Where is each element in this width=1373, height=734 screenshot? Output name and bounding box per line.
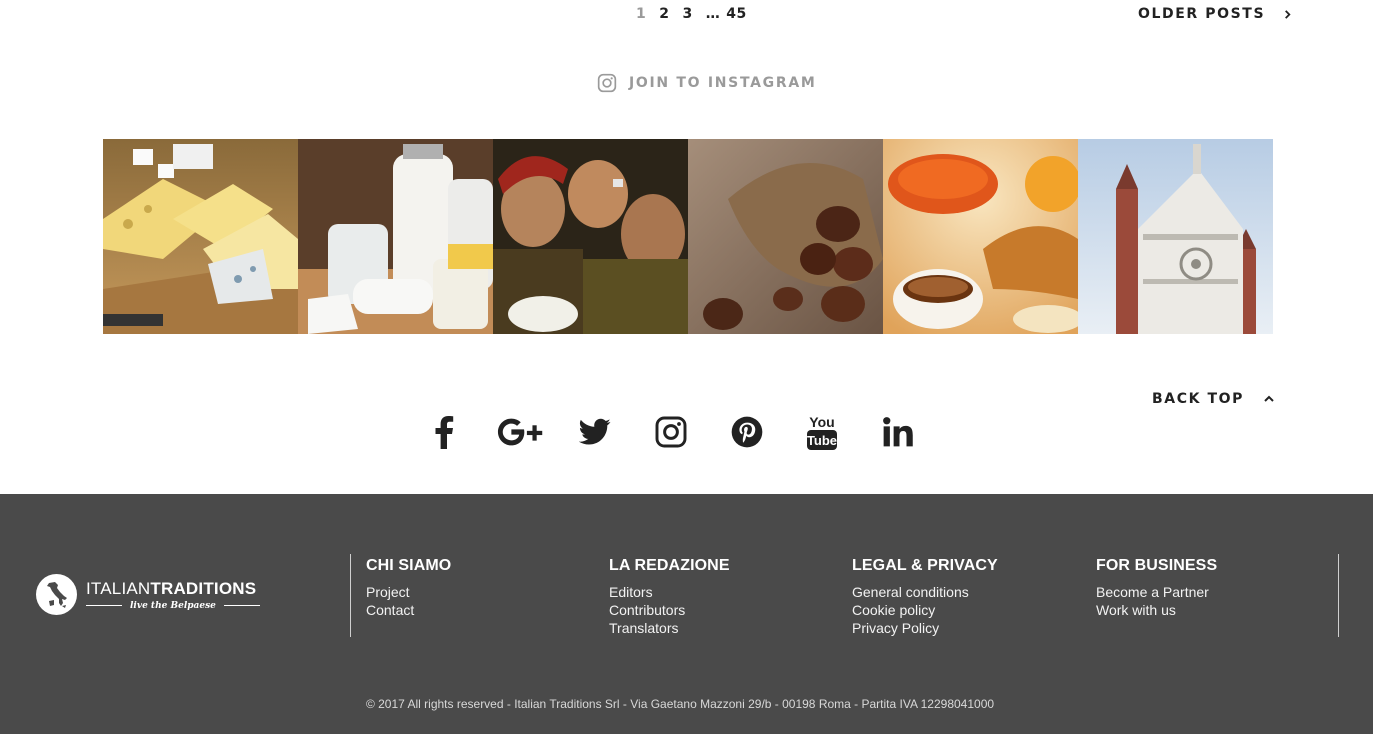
footer-link-contact[interactable]: Contact [366,601,451,619]
footer-link-editors[interactable]: Editors [609,583,730,601]
pinterest-icon [731,416,763,448]
pagination-ellipsis: … [705,6,721,22]
footer-link-contributors[interactable]: Contributors [609,601,730,619]
footer-column-legal-privacy: LEGAL & PRIVACY General conditions Cooki… [852,557,998,637]
footer-column-title: LA REDAZIONE [609,557,730,574]
instagram-photo-chestnuts[interactable] [688,139,883,334]
instagram-icon [597,73,617,93]
copyright-text: © 2017 All rights reserved - Italian Tra… [365,697,995,711]
pagination: 1 2 3 … 45 [636,4,760,24]
instagram-heading: JOIN TO INSTAGRAM [629,75,817,91]
footer-link-general-conditions[interactable]: General conditions [852,583,998,601]
google-plus-link[interactable] [497,410,543,454]
back-to-top-link[interactable]: BACK TOP [1152,388,1274,410]
footer-divider-left [350,554,351,637]
twitter-link[interactable] [572,410,618,454]
footer-column-chi-siamo: CHI SIAMO Project Contact [366,557,451,619]
footer-link-privacy-policy[interactable]: Privacy Policy [852,619,998,637]
footer-column-title: CHI SIAMO [366,557,452,574]
instagram-link[interactable] [648,410,694,454]
footer-column-title: LEGAL & PRIVACY [852,557,998,574]
older-posts-link[interactable]: OLDER POSTS [1138,4,1292,24]
footer-column-title: FOR BUSINESS [1096,557,1218,574]
older-posts-label: OLDER POSTS [1138,6,1266,22]
instagram-photo-painting[interactable] [493,139,688,334]
footer-link-work-with-us[interactable]: Work with us [1096,601,1217,619]
footer-column-la-redazione: LA REDAZIONE Editors Contributors Transl… [609,557,730,637]
twitter-icon [579,418,611,445]
footer-link-project[interactable]: Project [366,583,451,601]
linkedin-icon [883,417,913,447]
linkedin-link[interactable] [875,410,921,454]
site-footer: ITALIANTRADITIONS live the Belpaese CHI … [0,494,1373,734]
instagram-icon [655,416,687,448]
social-links: You Tube [420,410,920,454]
youtube-link[interactable]: You Tube [799,410,845,454]
instagram-photo-dairy[interactable] [298,139,493,334]
instagram-photo-cathedral[interactable] [1078,139,1273,334]
youtube-you-text: You [809,414,834,430]
facebook-icon [435,416,454,449]
page-link-last[interactable]: 45 [726,6,746,22]
chevron-right-icon [1285,9,1291,19]
join-instagram-link[interactable]: JOIN TO INSTAGRAM [597,72,816,94]
instagram-photo-strip [103,139,1273,334]
youtube-icon: You Tube [807,414,837,450]
instagram-photo-breakfast[interactable] [883,139,1078,334]
footer-column-for-business: FOR BUSINESS Become a Partner Work with … [1096,557,1217,619]
footer-link-cookie-policy[interactable]: Cookie policy [852,601,998,619]
instagram-photo-cheese[interactable] [103,139,298,334]
google-plus-icon [497,418,543,446]
youtube-tube-text: Tube [807,433,837,448]
footer-logo[interactable]: ITALIANTRADITIONS live the Belpaese [36,574,260,615]
footer-divider-right [1338,554,1339,637]
facebook-link[interactable] [421,410,467,454]
page-link-1[interactable]: 1 [636,6,646,22]
logo-text-italian: ITALIAN [86,578,151,598]
logo-tagline: live the Belpaese [130,600,216,611]
italy-map-icon [36,574,77,615]
footer-link-become-partner[interactable]: Become a Partner [1096,583,1217,601]
pinterest-link[interactable] [724,410,770,454]
chevron-up-icon [1264,395,1274,402]
page-link-2[interactable]: 2 [659,6,669,22]
logo-text-traditions: TRADITIONS [150,578,257,598]
footer-link-translators[interactable]: Translators [609,619,730,637]
back-top-label: BACK TOP [1152,391,1245,407]
page-link-3[interactable]: 3 [683,6,693,22]
